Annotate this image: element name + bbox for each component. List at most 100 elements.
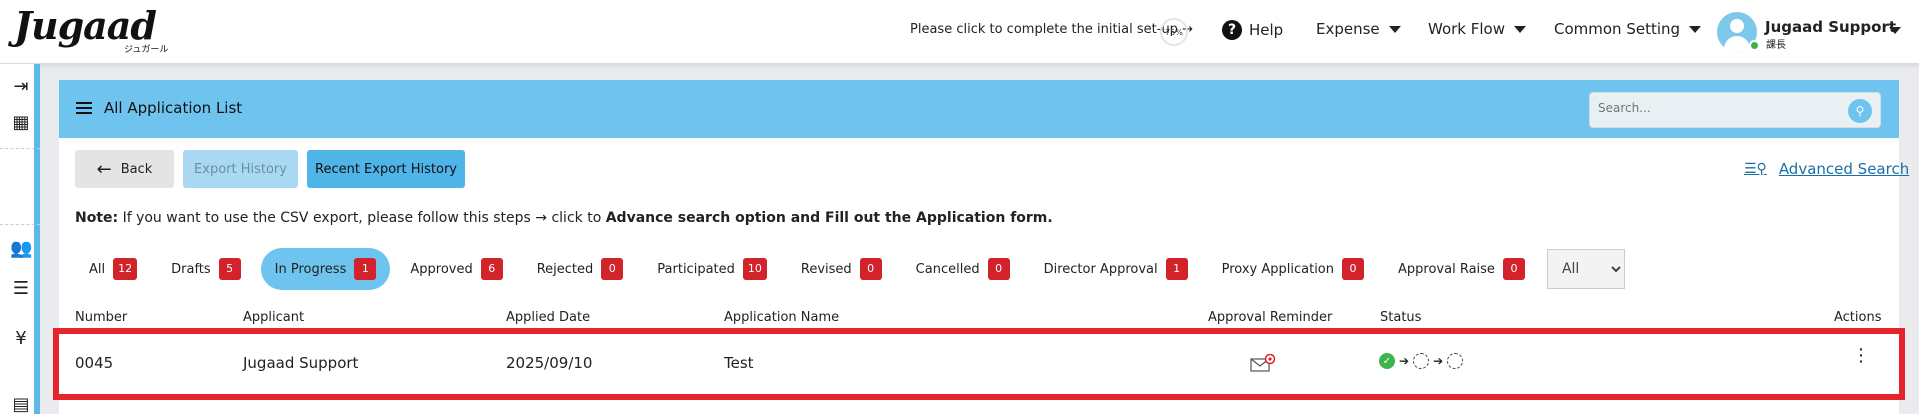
more-actions-icon[interactable]: ⋮ — [1852, 347, 1870, 365]
count-badge: 12 — [113, 258, 138, 280]
csv-note: Note: If you want to use the CSV export,… — [75, 210, 1053, 226]
note-label: Note: — [75, 210, 119, 226]
tab-approval-raise[interactable]: Approval Raise 0 — [1384, 248, 1539, 290]
tab-label: Participated — [657, 261, 735, 277]
export-history-button[interactable]: Export History — [183, 150, 298, 188]
help-label: Help — [1249, 21, 1284, 39]
search-box: ⚲ — [1589, 92, 1881, 128]
tab-label: Revised — [800, 261, 852, 277]
arrow-right-icon: ➔ — [1433, 354, 1444, 368]
pending-circle-icon — [1447, 353, 1464, 369]
nav-workflow[interactable]: Work Flow — [1428, 20, 1526, 38]
tab-label: Cancelled — [915, 261, 980, 277]
chevron-down-icon — [1388, 25, 1401, 33]
users-icon[interactable]: 👥 — [10, 238, 32, 260]
nav-common-setting-label: Common Setting — [1554, 20, 1681, 38]
tab-cancelled[interactable]: Cancelled 0 — [902, 248, 1024, 290]
tab-in-progress[interactable]: In Progress 1 — [260, 248, 391, 290]
tab-all[interactable]: All 12 — [75, 248, 151, 290]
logo[interactable]: Jugaad ジュガール — [14, 3, 168, 56]
nav-expense-label: Expense — [1316, 20, 1380, 38]
chevron-down-icon — [1514, 25, 1526, 33]
tab-label: Approval Raise — [1398, 261, 1495, 277]
tab-label: All — [89, 261, 106, 277]
mail-reminder-icon[interactable] — [1250, 354, 1276, 372]
note-bold-text: Advance search option and Fill out the A… — [605, 210, 1053, 226]
count-badge: 0 — [1502, 258, 1525, 280]
chevron-down-icon — [1689, 25, 1702, 33]
col-application-name: Application Name — [724, 310, 840, 325]
back-label: Back — [120, 161, 153, 177]
tab-participated[interactable]: Participated 10 — [643, 248, 781, 290]
card-title-text: All Application List — [104, 99, 243, 117]
tab-approved[interactable]: Approved 6 — [396, 248, 516, 290]
user-menu-chevron-icon[interactable] — [1889, 27, 1901, 34]
application-list-card: All Application List ⚲ ← Back Export His… — [53, 80, 1909, 414]
tab-director-approval[interactable]: Director Approval 1 — [1030, 248, 1202, 290]
note-text: If you want to use the CSV export, pleas… — [122, 210, 602, 226]
recent-export-history-button[interactable]: Recent Export History — [307, 150, 465, 188]
advanced-search-link[interactable]: ☰⚲ Advanced Search — [1744, 160, 1909, 178]
count-badge: 1 — [354, 258, 377, 280]
arrow-left-icon: ← — [96, 158, 112, 180]
col-actions: Actions — [1834, 310, 1882, 325]
card-title: All Application List — [76, 99, 242, 117]
col-applicant: Applicant — [243, 310, 305, 325]
status-filter-select[interactable]: All — [1546, 249, 1625, 289]
col-number: Number — [75, 310, 128, 325]
online-status-dot — [1749, 40, 1760, 51]
col-approval-reminder: Approval Reminder — [1208, 310, 1333, 325]
logo-text: Jugaad — [14, 3, 157, 48]
count-badge: 5 — [218, 258, 241, 280]
search-icon[interactable]: ⚲ — [1848, 99, 1872, 123]
count-badge: 0 — [859, 258, 882, 280]
sidebar-divider — [0, 148, 40, 149]
sidebar: ⇥ ▦ 👥 ☰ ¥ ▤ — [0, 64, 40, 414]
count-badge: 0 — [601, 258, 624, 280]
count-badge: 0 — [1342, 258, 1365, 280]
list-icon — [76, 99, 92, 117]
pending-circle-icon — [1413, 353, 1430, 369]
tab-rejected[interactable]: Rejected 0 — [523, 248, 638, 290]
cell-applied-date: 2025/09/10 — [506, 354, 593, 372]
search-input[interactable] — [1598, 101, 1838, 115]
tab-label: Approved — [410, 261, 473, 277]
avatar-head — [1730, 19, 1744, 33]
back-button[interactable]: ← Back — [75, 150, 174, 188]
cell-applicant: Jugaad Support — [243, 354, 359, 372]
count-badge: 10 — [742, 258, 767, 280]
tab-label: Rejected — [536, 261, 594, 277]
building-icon[interactable]: ▦ — [10, 112, 32, 134]
tab-label: Proxy Application — [1221, 261, 1335, 277]
help-icon: ? — [1222, 20, 1242, 40]
tab-proxy-application[interactable]: Proxy Application 0 — [1208, 248, 1378, 290]
tab-revised[interactable]: Revised 0 — [787, 248, 896, 290]
nav-common-setting[interactable]: Common Setting — [1554, 20, 1702, 38]
setup-prompt[interactable]: Please click to complete the initial set… — [910, 22, 1193, 37]
check-circle-icon: ✓ — [1379, 353, 1395, 369]
list-icon[interactable]: ☰ — [10, 278, 32, 300]
status-flow: ✓ ➔ ➔ — [1379, 353, 1464, 369]
avatar-body — [1724, 36, 1750, 52]
setup-progress[interactable]: 75% — [1160, 18, 1188, 46]
col-applied-date: Applied Date — [506, 310, 591, 325]
tab-label: Drafts — [171, 261, 211, 277]
tab-drafts[interactable]: Drafts 5 — [157, 248, 255, 290]
cell-application-name[interactable]: Test — [724, 354, 754, 372]
count-badge: 6 — [480, 258, 503, 280]
sidebar-divider — [0, 224, 40, 225]
logo-subtitle: ジュガール — [124, 45, 169, 55]
tab-label: Director Approval — [1043, 261, 1158, 277]
nav-expense[interactable]: Expense — [1316, 20, 1401, 38]
user-role: 課長 — [1766, 40, 1786, 51]
collapse-icon[interactable]: ⇥ — [10, 76, 32, 98]
col-status: Status — [1380, 310, 1422, 325]
yen-icon[interactable]: ¥ — [10, 328, 32, 350]
help-button[interactable]: ? Help — [1222, 20, 1283, 40]
count-badge: 1 — [1165, 258, 1188, 280]
nav-workflow-label: Work Flow — [1428, 20, 1505, 38]
tab-label: In Progress — [274, 261, 347, 277]
user-name[interactable]: Jugaad Support — [1765, 18, 1896, 36]
document-icon[interactable]: ▤ — [10, 394, 32, 414]
advanced-search-label: Advanced Search — [1778, 160, 1910, 178]
